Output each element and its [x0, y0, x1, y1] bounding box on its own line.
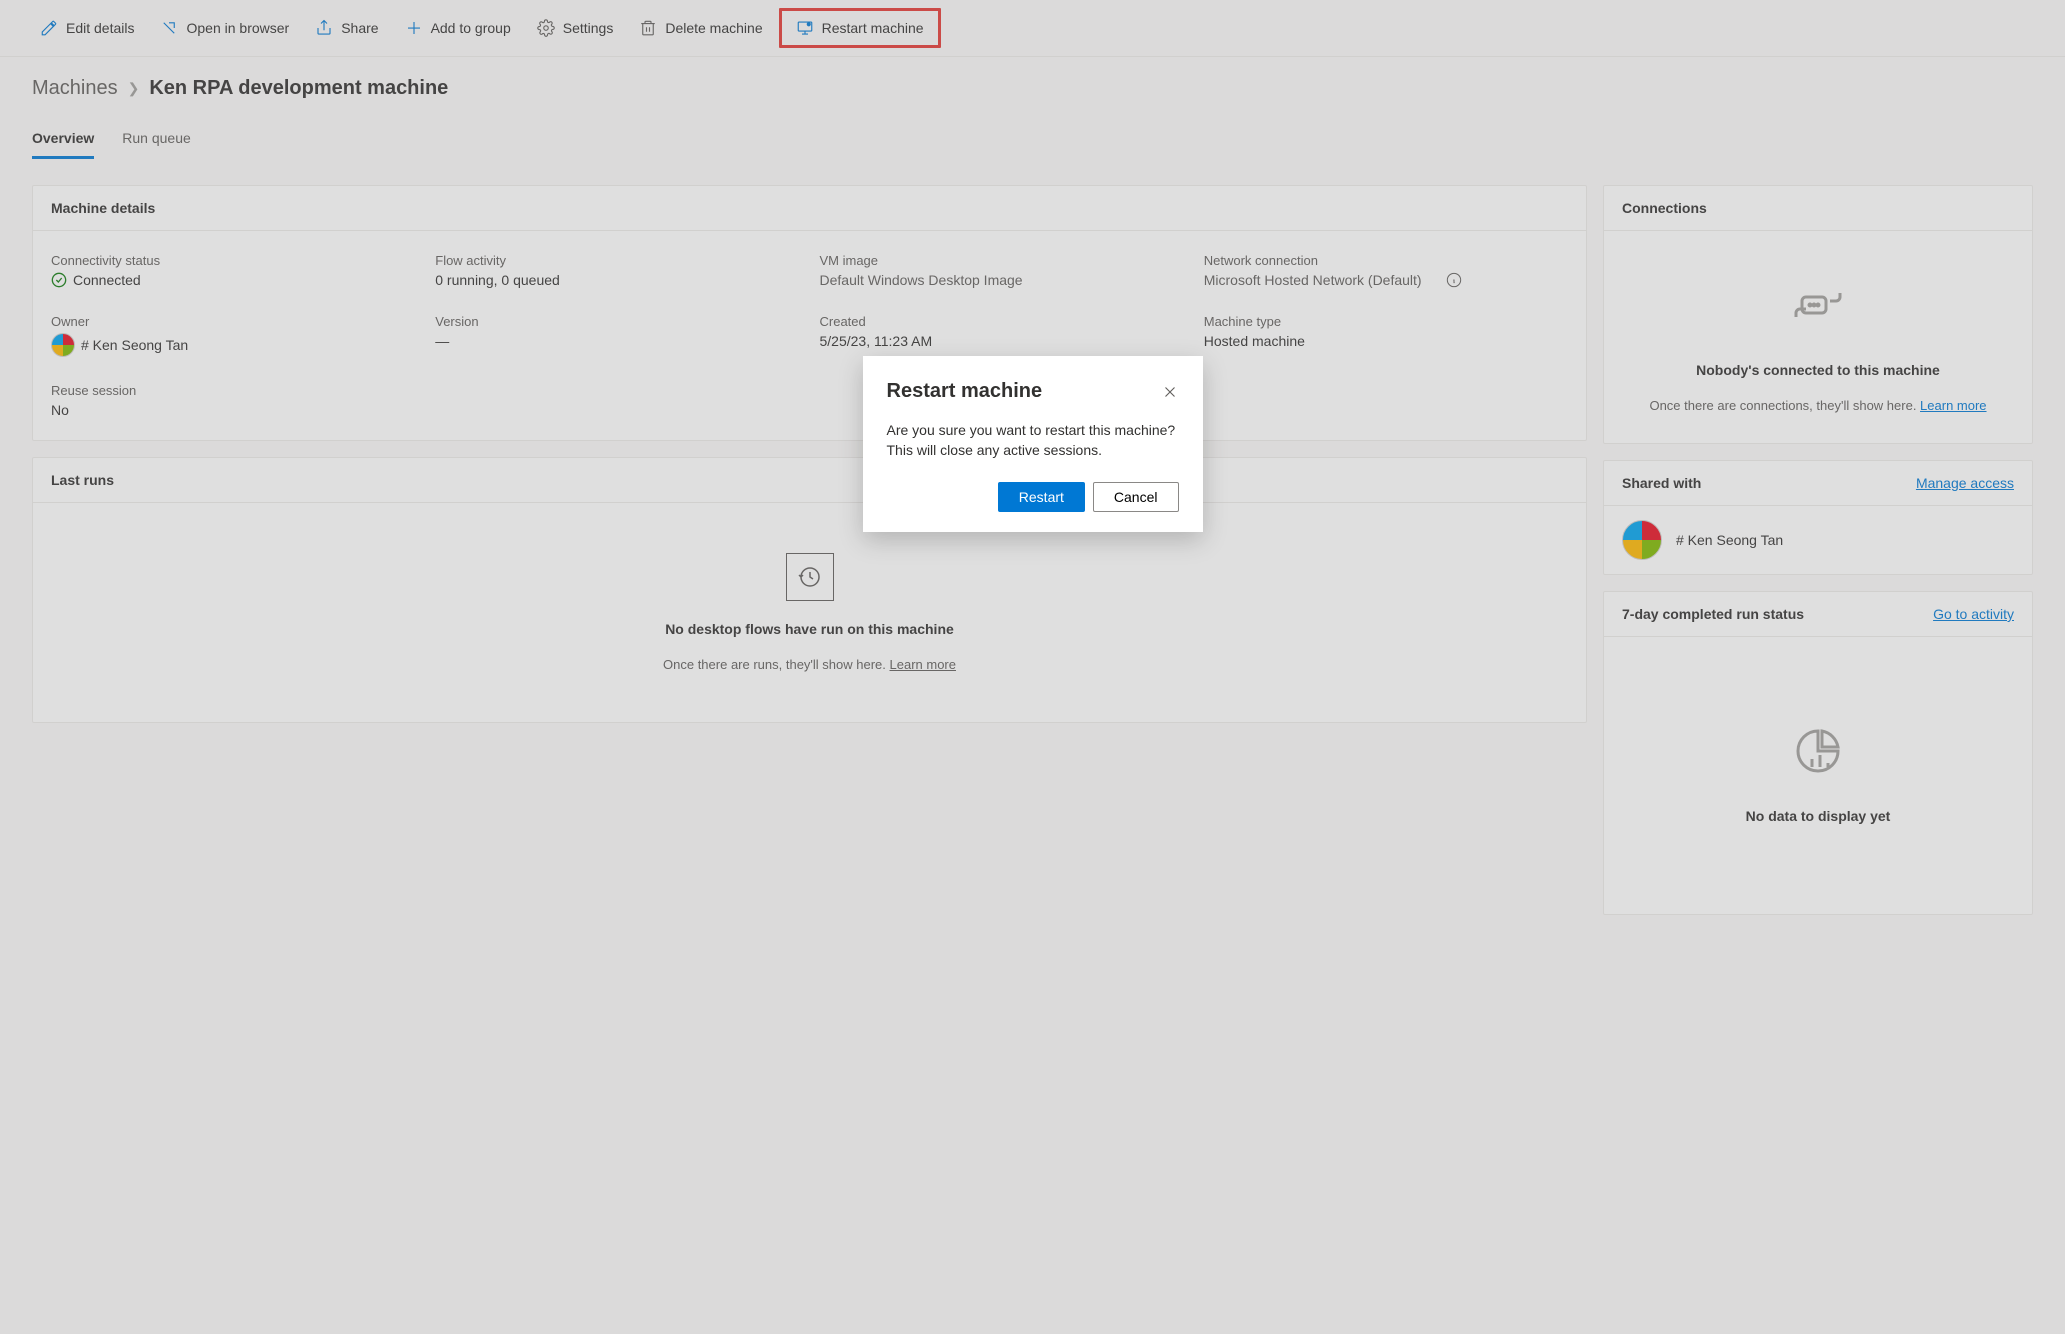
modal-overlay: [0, 0, 2065, 1334]
dialog-title: Restart machine: [887, 380, 1043, 403]
restart-dialog: Restart machine Are you sure you want to…: [863, 356, 1203, 532]
dialog-body: Are you sure you want to restart this ma…: [887, 421, 1179, 460]
close-icon[interactable]: [1161, 383, 1179, 401]
cancel-button[interactable]: Cancel: [1093, 482, 1179, 512]
restart-confirm-button[interactable]: Restart: [998, 482, 1085, 512]
